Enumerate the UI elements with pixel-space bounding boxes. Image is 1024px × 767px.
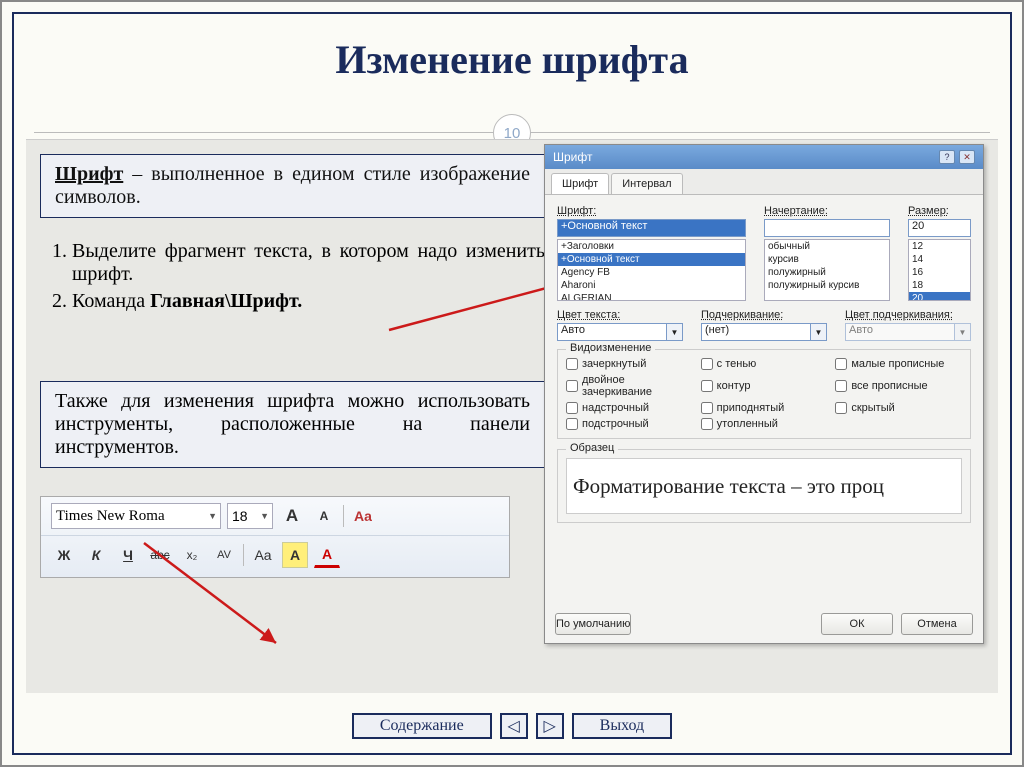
chk-smallcaps[interactable]: малые прописные [835, 358, 962, 370]
ucolor-label: Цвет подчеркивания: [845, 309, 971, 321]
ucolor-combo[interactable]: Авто▼ [845, 323, 971, 341]
list-item[interactable]: ALGERIAN [558, 292, 745, 301]
definition-text: – выполненное в едином стиле изображение… [55, 163, 530, 208]
effects-legend: Видоизменение [566, 342, 655, 354]
contents-button[interactable]: Содержание [352, 713, 492, 739]
size-input[interactable]: 20 [908, 219, 971, 237]
highlight-button[interactable]: A [282, 542, 308, 568]
help-button[interactable]: ? [939, 150, 955, 164]
separator [243, 544, 244, 566]
subscript-button[interactable]: x₂ [179, 542, 205, 568]
underline-label: Подчеркивание: [701, 309, 827, 321]
font-label: Шрифт: [557, 205, 746, 217]
italic-button[interactable]: К [83, 542, 109, 568]
chevron-down-icon: ▼ [208, 511, 220, 521]
change-case-button[interactable]: Aa [250, 542, 276, 568]
content-area: Шрифт – выполненное в едином стиле изобр… [26, 139, 998, 693]
style-input[interactable] [764, 219, 890, 237]
preview-group: Образец Форматирование текста – это проц [557, 449, 971, 523]
chk-outline[interactable]: контур [701, 374, 828, 398]
bold-button[interactable]: Ж [51, 542, 77, 568]
dialog-tabs: Шрифт Интервал [545, 169, 983, 195]
chk-raised[interactable]: приподнятый [701, 402, 828, 414]
font-input[interactable]: +Основной текст [557, 219, 746, 237]
list-item[interactable]: полужирный курсив [765, 279, 889, 292]
strike-button[interactable]: abc [147, 542, 173, 568]
style-list[interactable]: обычный курсив полужирный полужирный кур… [764, 239, 890, 301]
chevron-down-icon: ▼ [811, 323, 827, 341]
preview-legend: Образец [566, 442, 618, 454]
separator [343, 505, 344, 527]
exit-button[interactable]: Выход [572, 713, 673, 739]
ok-button[interactable]: ОК [821, 613, 893, 635]
font-name-combo[interactable]: Times New Roma▼ [51, 503, 221, 529]
definition-term: Шрифт [55, 163, 123, 185]
steps-list: Выделите фрагмент текста, в котором надо… [50, 240, 545, 313]
list-item[interactable]: 14 [909, 253, 970, 266]
chk-shadow[interactable]: с тенью [701, 358, 828, 370]
tab-font[interactable]: Шрифт [551, 173, 609, 194]
list-item[interactable]: курсив [765, 253, 889, 266]
shrink-font-button[interactable]: A [311, 503, 337, 529]
list-item[interactable]: Aharoni [558, 279, 745, 292]
list-item[interactable]: 18 [909, 279, 970, 292]
chevron-down-icon: ▼ [955, 323, 971, 341]
chk-allcaps[interactable]: все прописные [835, 374, 962, 398]
style-label: Начертание: [764, 205, 890, 217]
char-spacing-button[interactable]: AV [211, 542, 237, 568]
grow-font-button[interactable]: A [279, 503, 305, 529]
list-item[interactable]: 20 [909, 292, 970, 301]
size-label: Размер: [908, 205, 971, 217]
list-item[interactable]: +Основной текст [558, 253, 745, 266]
cancel-button[interactable]: Отмена [901, 613, 973, 635]
nav-bar: Содержание ◁ ▷ Выход [14, 713, 1010, 739]
step-1: Выделите фрагмент текста, в котором надо… [72, 240, 545, 286]
chk-dstrike[interactable]: двойное зачеркивание [566, 374, 693, 398]
default-button[interactable]: По умолчанию [555, 613, 631, 635]
effects-group: Видоизменение зачеркнутый с тенью малые … [557, 349, 971, 439]
font-color-button[interactable]: A [314, 542, 340, 568]
next-arrow-icon[interactable]: ▷ [536, 713, 564, 739]
underline-button[interactable]: Ч [115, 542, 141, 568]
list-item[interactable]: Agency FB [558, 266, 745, 279]
font-size-combo[interactable]: 18▼ [227, 503, 273, 529]
preview-text: Форматирование текста – это проц [566, 458, 962, 514]
chk-super[interactable]: надстрочный [566, 402, 693, 414]
list-item[interactable]: 12 [909, 240, 970, 253]
close-button[interactable]: ✕ [959, 150, 975, 164]
definition-box: Шрифт – выполненное в едином стиле изобр… [40, 154, 545, 218]
page-title: Изменение шрифта [14, 36, 1010, 83]
font-toolbar-screenshot: Times New Roma▼ 18▼ A A Aa Ж К Ч abc x₂ … [40, 496, 510, 578]
color-combo[interactable]: Авто▼ [557, 323, 683, 341]
font-list[interactable]: +Заголовки +Основной текст Agency FB Aha… [557, 239, 746, 301]
also-note-box: Также для изменения шрифта можно использ… [40, 381, 545, 468]
list-item[interactable]: обычный [765, 240, 889, 253]
list-item[interactable]: +Заголовки [558, 240, 745, 253]
list-item[interactable]: 16 [909, 266, 970, 279]
dialog-title-text: Шрифт [553, 150, 592, 164]
chk-sunken[interactable]: утопленный [701, 418, 828, 430]
tab-interval[interactable]: Интервал [611, 173, 682, 194]
list-item[interactable]: полужирный [765, 266, 889, 279]
prev-arrow-icon[interactable]: ◁ [500, 713, 528, 739]
size-list[interactable]: 12 14 16 18 20 [908, 239, 971, 301]
step-2: Команда Главная\Шрифт. [72, 290, 545, 313]
chevron-down-icon: ▼ [260, 511, 272, 521]
clear-format-button[interactable]: Aa [350, 503, 376, 529]
chk-hidden[interactable]: скрытый [835, 402, 962, 414]
chevron-down-icon: ▼ [667, 323, 683, 341]
chk-sub[interactable]: подстрочный [566, 418, 693, 430]
color-label: Цвет текста: [557, 309, 683, 321]
chk-strike[interactable]: зачеркнутый [566, 358, 693, 370]
underline-combo[interactable]: (нет)▼ [701, 323, 827, 341]
font-dialog: Шрифт ? ✕ Шрифт Интервал Шрифт: +Основно… [544, 144, 984, 644]
dialog-titlebar: Шрифт ? ✕ [545, 145, 983, 169]
